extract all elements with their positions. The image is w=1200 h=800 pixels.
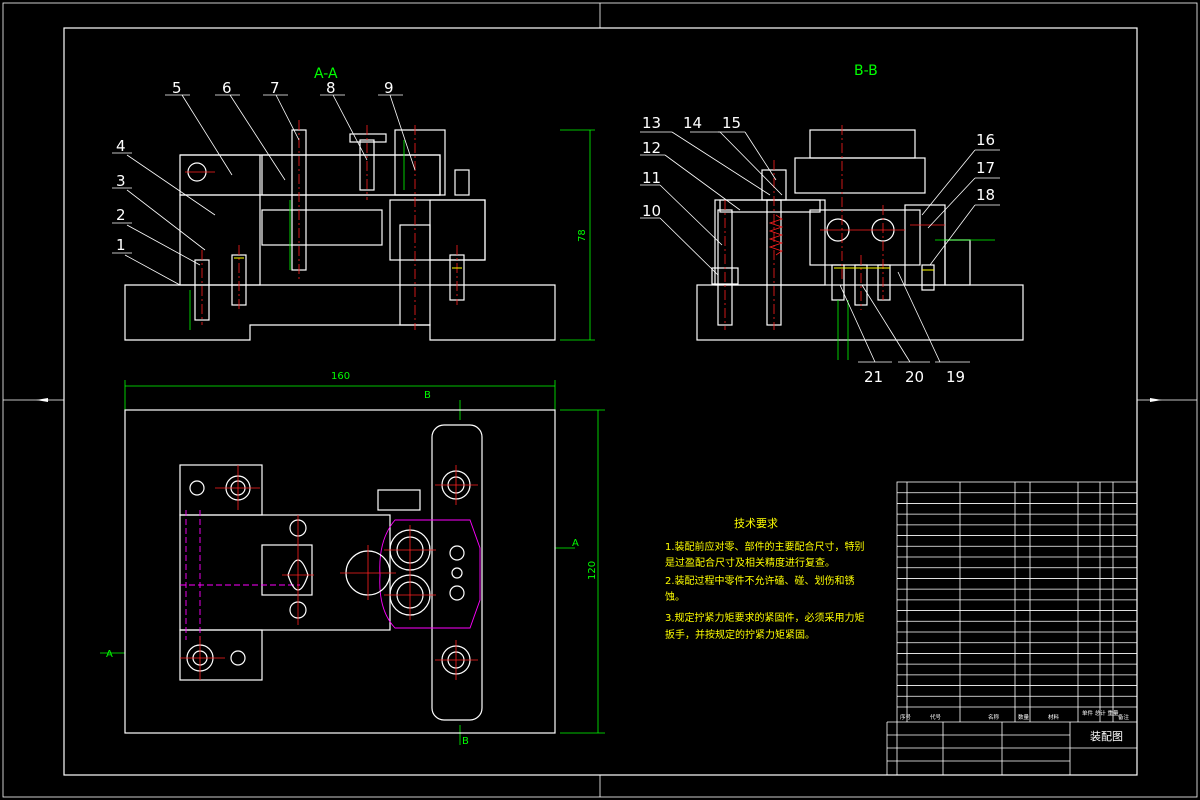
height-dimension: 78 <box>577 229 588 242</box>
balloon-1: 1 <box>116 236 126 254</box>
header-seq: 序号 <box>900 713 912 721</box>
balloon-12: 12 <box>642 139 661 157</box>
width-dimension: 160 <box>331 371 350 382</box>
balloon-10: 10 <box>642 202 661 220</box>
tech-req-line-4: 蚀。 <box>665 590 685 603</box>
title-block: 序号 代号 名称 数量 材料 单件 总计 重量 备注 装配图 <box>886 481 1138 776</box>
balloon-16: 16 <box>976 131 995 149</box>
section-mark-b-top: B <box>424 390 431 401</box>
balloon-21: 21 <box>864 368 883 386</box>
balloon-20: 20 <box>905 368 924 386</box>
depth-dimension: 120 <box>587 561 598 580</box>
balloon-9: 9 <box>384 79 394 97</box>
tech-req-line-2: 是过盈配合尺寸及相关精度进行复查。 <box>665 556 835 569</box>
balloon-8: 8 <box>326 79 336 97</box>
tech-req-line-1: 1.装配前应对零、部件的主要配合尺寸，特别 <box>665 540 865 553</box>
section-b-view: B-B 10 11 12 13 14 15 16 17 18 19 20 21 <box>640 63 1024 386</box>
tech-req-line-3: 2.装配过程中零件不允许磕、碰、划伤和锈 <box>665 574 855 587</box>
bom-table <box>897 482 1137 722</box>
balloon-18: 18 <box>976 186 995 204</box>
balloon-13: 13 <box>642 114 661 132</box>
section-mark-b-bottom: B <box>462 736 469 747</box>
header-weight: 单件 总计 重量 <box>1082 709 1119 717</box>
assembly-drawing: A-A 78 1 2 3 4 5 6 7 8 9 B-B 10 11 12 13… <box>2 2 1198 798</box>
tech-req-line-6: 扳手，并按规定的拧紧力矩紧固。 <box>665 628 815 641</box>
header-material: 材料 <box>1048 713 1060 721</box>
balloon-7: 7 <box>270 79 280 97</box>
header-qty: 数量 <box>1018 713 1030 721</box>
plan-view: 160 120 B B A A <box>100 371 605 747</box>
header-code: 代号 <box>930 713 942 721</box>
section-mark-a-right: A <box>572 538 579 549</box>
section-mark-a-left: A <box>106 649 113 660</box>
balloon-3: 3 <box>116 172 126 190</box>
balloon-14: 14 <box>683 114 702 132</box>
balloon-19: 19 <box>946 368 965 386</box>
balloon-5: 5 <box>172 79 182 97</box>
sheet-frame <box>2 2 1198 798</box>
tech-req-title: 技术要求 <box>734 517 778 530</box>
technical-requirements: 技术要求 1.装配前应对零、部件的主要配合尺寸，特别 是过盈配合尺寸及相关精度进… <box>665 517 865 641</box>
drawing-title: 装配图 <box>1090 730 1123 743</box>
balloon-2: 2 <box>116 206 126 224</box>
balloon-11: 11 <box>642 169 661 187</box>
header-remark: 备注 <box>1118 713 1130 721</box>
balloon-4: 4 <box>116 137 126 155</box>
section-a-view: A-A 78 1 2 3 4 5 6 7 8 9 <box>112 66 595 341</box>
header-name: 名称 <box>988 713 1000 721</box>
balloon-17: 17 <box>976 159 995 177</box>
balloon-15: 15 <box>722 114 741 132</box>
tech-req-line-5: 3.规定拧紧力矩要求的紧固件，必须采用力矩 <box>665 611 865 624</box>
section-b-label: B-B <box>854 63 878 79</box>
balloon-6: 6 <box>222 79 232 97</box>
